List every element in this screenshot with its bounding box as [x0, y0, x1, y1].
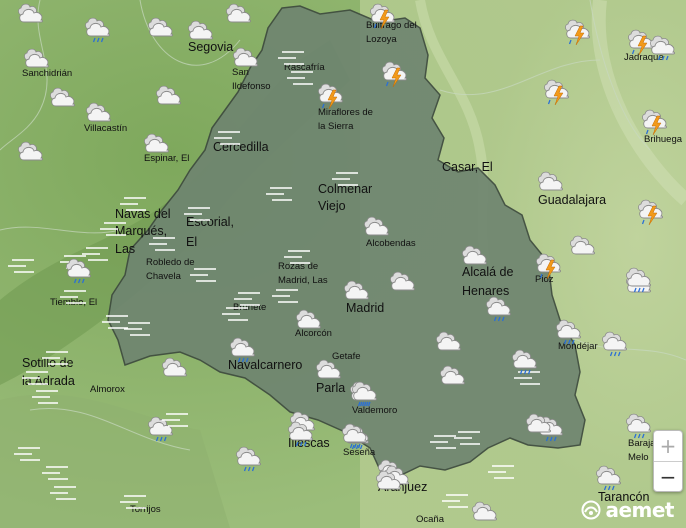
cloud-icon: [18, 45, 54, 80]
cloud-icon: [150, 82, 186, 117]
zoom-control: + −: [653, 430, 683, 492]
cloud-rain-icon: [590, 462, 626, 497]
fog-icon: [118, 488, 154, 523]
cloud-rain-icon: [644, 32, 680, 67]
fog-icon: [220, 300, 256, 335]
aemet-logo-text: aemet: [605, 498, 674, 522]
cloud-rain-icon: [620, 410, 656, 445]
cloud-icon: [430, 328, 466, 363]
fog-icon: [98, 215, 134, 250]
thunderstorm-icon: [312, 80, 348, 115]
cloud-icon: [310, 356, 346, 391]
place-label: Viejo: [318, 199, 346, 213]
cloud-icon: [532, 168, 568, 203]
cloud-rain-icon: [60, 255, 96, 290]
fog-icon: [160, 406, 196, 441]
place-label: Casar, El: [442, 160, 493, 174]
fog-icon: [188, 261, 224, 296]
cloud-icon: [138, 130, 174, 165]
thunderstorm-icon: [530, 250, 566, 285]
place-label: Chavela: [146, 271, 181, 282]
cloud-rain-icon: [282, 418, 318, 453]
cloud-icon: [156, 354, 192, 389]
fog-icon: [486, 458, 522, 493]
fog-icon: [440, 487, 476, 522]
cloud-icon: [227, 44, 263, 79]
place-label: Almorox: [90, 384, 125, 395]
fog-icon: [212, 124, 248, 159]
aemet-logo-icon: [581, 500, 601, 520]
cloud-icon: [358, 213, 394, 248]
cloud-rain-icon: [346, 378, 382, 413]
fog-icon: [452, 424, 488, 459]
cloud-icon: [44, 84, 80, 119]
zoom-out-button[interactable]: −: [654, 462, 682, 492]
fog-icon: [330, 165, 366, 200]
place-label: la Sierra: [318, 121, 354, 132]
cloud-rain-icon: [79, 14, 115, 49]
cloud-icon: [564, 232, 600, 267]
thunderstorm-icon: [538, 76, 574, 111]
place-label: El: [186, 235, 198, 249]
cloud-icon: [12, 0, 48, 35]
fog-icon: [147, 230, 183, 265]
cloud-icon: [338, 277, 374, 312]
place-label: Melo: [628, 452, 649, 463]
fog-icon: [6, 252, 42, 287]
thunderstorm-icon: [376, 58, 412, 93]
cloud-rain-icon: [224, 334, 260, 369]
cloud-icon: [182, 17, 218, 52]
aemet-logo: aemet: [581, 498, 674, 522]
fog-icon: [48, 479, 84, 514]
fog-icon: [30, 383, 66, 418]
cloud-icon: [370, 467, 406, 502]
cloud-rain-icon: [336, 420, 372, 455]
cloud-rain-icon: [550, 316, 586, 351]
cloud-rain-icon: [506, 346, 542, 381]
thunderstorm-icon: [636, 106, 672, 141]
fog-icon: [264, 180, 300, 215]
cloud-icon: [142, 14, 178, 49]
cloud-icon: [290, 306, 326, 341]
cloud-icon: [80, 99, 116, 134]
cloud-icon: [12, 138, 48, 173]
cloud-icon: [220, 0, 256, 35]
cloud-icon: [456, 242, 492, 277]
cloud-rain-icon: [480, 293, 516, 328]
thunderstorm-icon: [364, 0, 400, 35]
zoom-in-button[interactable]: +: [654, 431, 682, 462]
thunderstorm-icon: [559, 16, 595, 51]
fog-icon: [12, 440, 48, 475]
cloud-icon: [384, 268, 420, 303]
place-label: Ildefonso: [232, 81, 271, 92]
fog-icon: [282, 243, 318, 278]
thunderstorm-icon: [632, 196, 668, 231]
cloud-icon: [520, 410, 556, 445]
cloud-rain-icon: [620, 264, 656, 299]
cloud-rain-icon: [596, 328, 632, 363]
fog-icon: [182, 200, 218, 235]
cloud-rain-icon: [230, 443, 266, 478]
fog-icon: [122, 315, 158, 350]
cloud-icon: [434, 362, 470, 397]
weather-map[interactable]: Segovia Buitrago del Lozoya Jadraque Sanchid…: [0, 0, 686, 528]
